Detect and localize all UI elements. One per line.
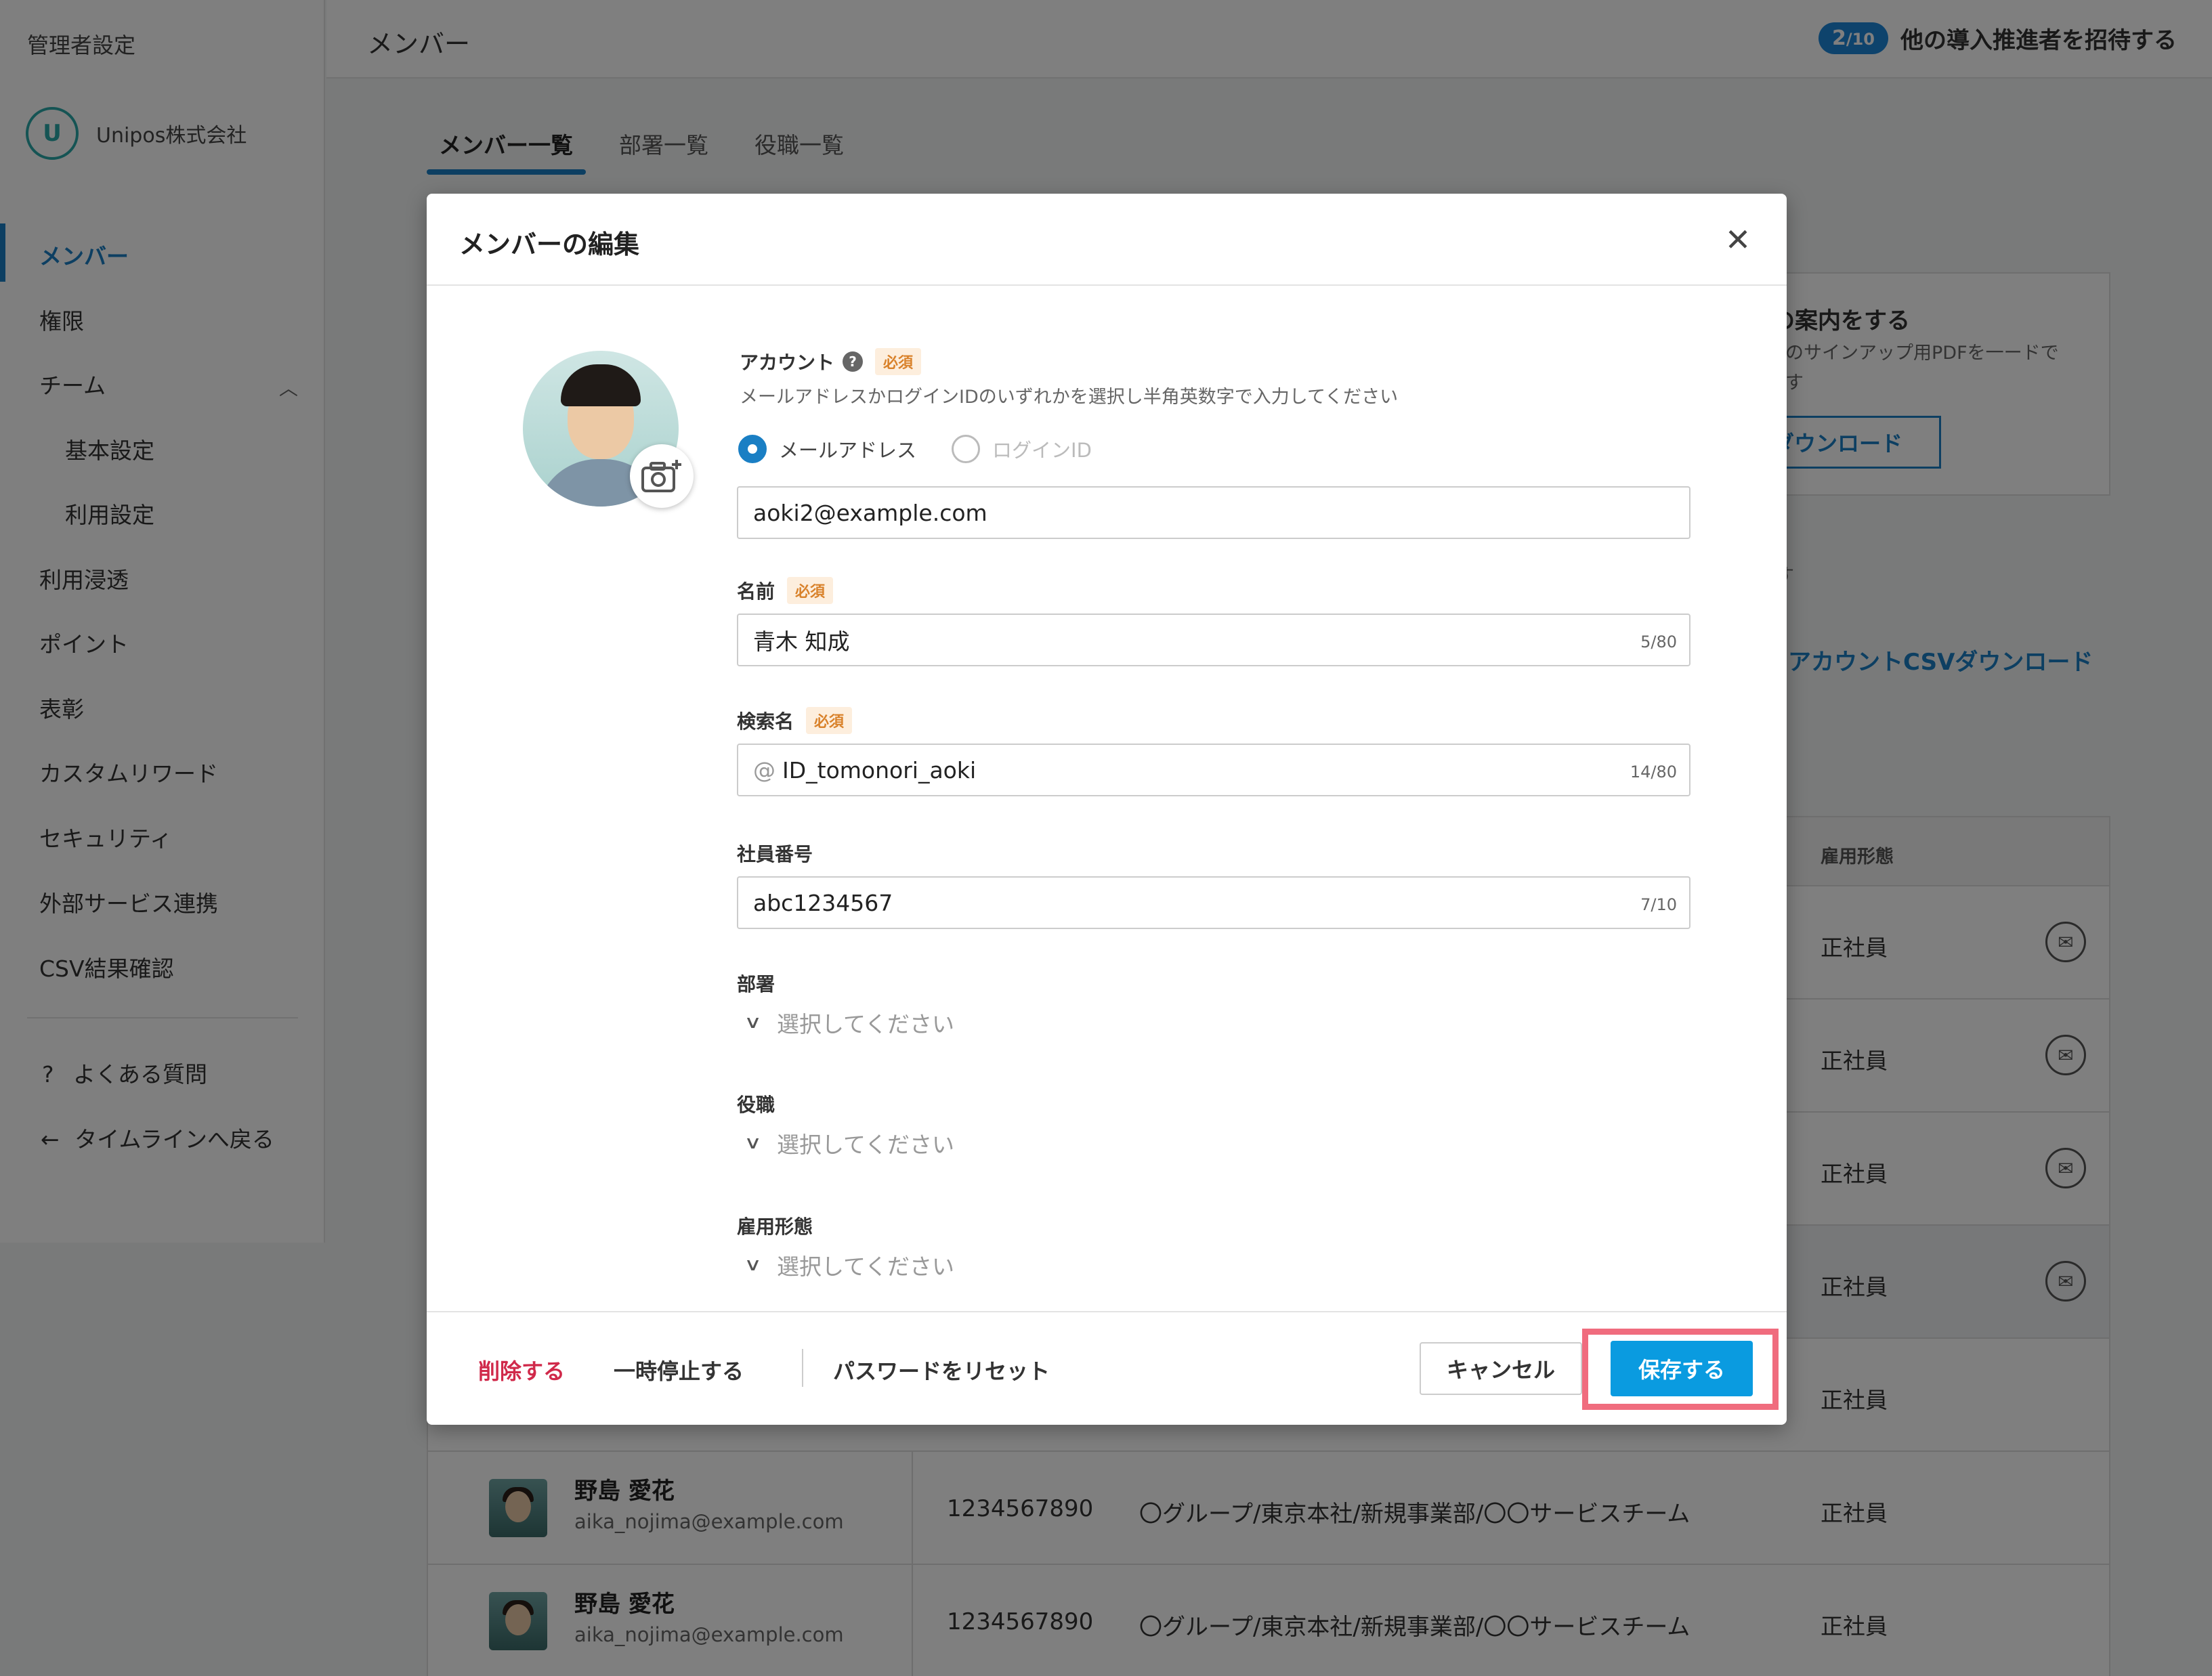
employment-type-placeholder: 選択してください — [777, 1253, 955, 1280]
app: 管理者設定 U Unipos株式会社 メンバー 権限 チーム ︿ 基本設定 利用… — [0, 0, 2212, 1676]
name-counter: 5/80 — [1640, 632, 1677, 651]
role-placeholder: 選択してください — [777, 1132, 955, 1158]
search-name-value: ID_tomonori_aoki — [782, 756, 977, 783]
department-select[interactable]: ∨ 選択してください — [744, 1006, 955, 1039]
save-button[interactable]: 保存する — [1611, 1341, 1753, 1396]
department-label: 部署 — [737, 973, 775, 995]
account-label: アカウント ? 必須 — [740, 348, 922, 375]
help-icon[interactable]: ? — [843, 351, 864, 372]
search-name-counter: 14/80 — [1630, 762, 1677, 781]
employment-type-select[interactable]: ∨ 選択してください — [744, 1249, 955, 1281]
reset-password-button[interactable]: パスワードをリセット — [833, 1354, 1050, 1385]
employee-number-label: 社員番号 — [737, 843, 813, 865]
account-input[interactable]: aoki2@example.com — [737, 486, 1690, 539]
employee-number-value: abc1234567 — [753, 889, 893, 916]
camera-add-icon[interactable] — [630, 444, 694, 508]
radio-email-label[interactable]: メールアドレス — [779, 435, 916, 463]
name-label: 名前 必須 — [737, 577, 834, 604]
modal-title: メンバーの編集 — [459, 230, 640, 259]
radio-email[interactable] — [738, 435, 767, 463]
close-icon[interactable]: ✕ — [1719, 221, 1757, 259]
search-name-input[interactable]: @ ID_tomonori_aoki 14/80 — [737, 744, 1690, 796]
radio-login-id-label[interactable]: ログインID — [992, 435, 1092, 463]
role-label: 役職 — [737, 1094, 775, 1116]
employment-type-label: 雇用形態 — [737, 1216, 813, 1238]
employee-number-input[interactable]: abc1234567 7/10 — [737, 876, 1690, 929]
name-input[interactable]: 青木 知成 5/80 — [737, 614, 1690, 666]
account-value: aoki2@example.com — [753, 499, 987, 526]
footer-divider — [802, 1349, 803, 1387]
modal-footer: 削除する 一時停止する パスワードをリセット キャンセル 保存する — [427, 1311, 1787, 1425]
required-badge: 必須 — [806, 707, 853, 734]
cancel-button[interactable]: キャンセル — [1420, 1342, 1582, 1395]
required-badge: 必須 — [875, 348, 922, 375]
radio-login-id[interactable] — [952, 435, 981, 463]
at-prefix: @ — [753, 756, 775, 783]
account-label-text: アカウント — [740, 351, 835, 374]
department-placeholder: 選択してください — [777, 1011, 955, 1037]
account-hint: メールアドレスかログインIDのいずれかを選択し半角英数字で入力してください — [740, 387, 1399, 408]
chevron-down-icon: ∨ — [744, 1012, 762, 1033]
chevron-down-icon: ∨ — [744, 1133, 762, 1153]
name-value: 青木 知成 — [753, 628, 850, 655]
chevron-down-icon: ∨ — [744, 1255, 762, 1275]
suspend-button[interactable]: 一時停止する — [614, 1354, 744, 1385]
search-name-label: 検索名 必須 — [737, 707, 853, 734]
role-select[interactable]: ∨ 選択してください — [744, 1127, 955, 1159]
account-type-radios: メールアドレス ログインID — [738, 435, 1127, 463]
name-label-text: 名前 — [737, 580, 775, 603]
edit-member-modal: メンバーの編集 ✕ アカウント ? 必須 メールアドレスかログインIDのいずれか… — [427, 194, 1787, 1425]
required-badge: 必須 — [787, 577, 834, 604]
modal-header: メンバーの編集 ✕ — [427, 194, 1787, 286]
delete-button[interactable]: 削除する — [478, 1354, 565, 1385]
employee-number-counter: 7/10 — [1640, 895, 1677, 914]
search-name-label-text: 検索名 — [737, 710, 794, 733]
